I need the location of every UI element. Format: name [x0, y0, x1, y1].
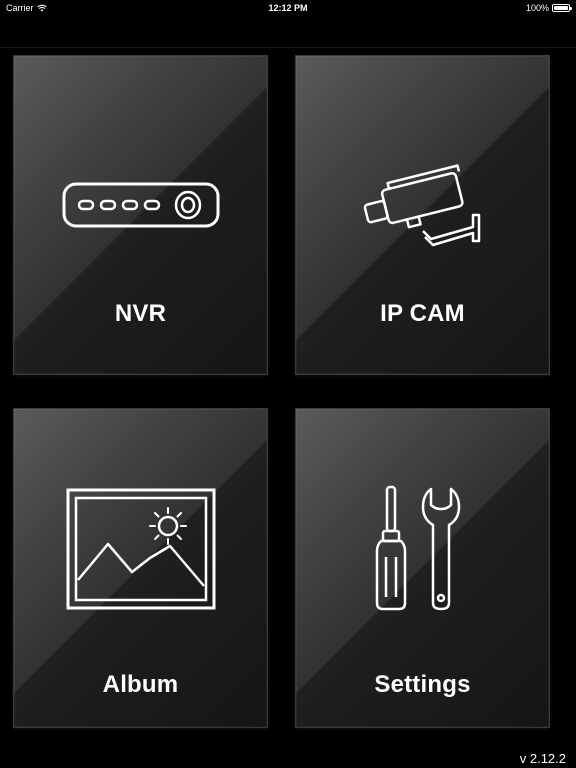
battery-percent: 100% — [525, 3, 549, 13]
nvr-recorder-icon — [14, 131, 267, 281]
app-version: v 2.12.2 — [519, 751, 566, 766]
settings-tile[interactable]: Settings — [295, 408, 550, 728]
ip-camera-icon — [296, 131, 549, 281]
battery-indicator: 100% — [525, 3, 572, 13]
picture-icon — [14, 469, 267, 629]
tile-label-ipcam: IP CAM — [380, 300, 465, 327]
nvr-tile[interactable]: NVR — [13, 55, 268, 375]
tile-label-album: Album — [102, 671, 179, 698]
tile-label-nvr: NVR — [114, 300, 167, 327]
status-bar: Carrier 12:12 PM 100% — [0, 0, 576, 18]
tools-icon — [296, 469, 549, 629]
album-tile[interactable]: Album — [13, 408, 268, 728]
header-divider — [0, 47, 576, 48]
ipcam-tile[interactable]: IP CAM — [295, 55, 550, 375]
tile-label-settings: Settings — [374, 671, 471, 698]
battery-icon — [552, 4, 572, 12]
status-time: 12:12 PM — [268, 3, 308, 13]
